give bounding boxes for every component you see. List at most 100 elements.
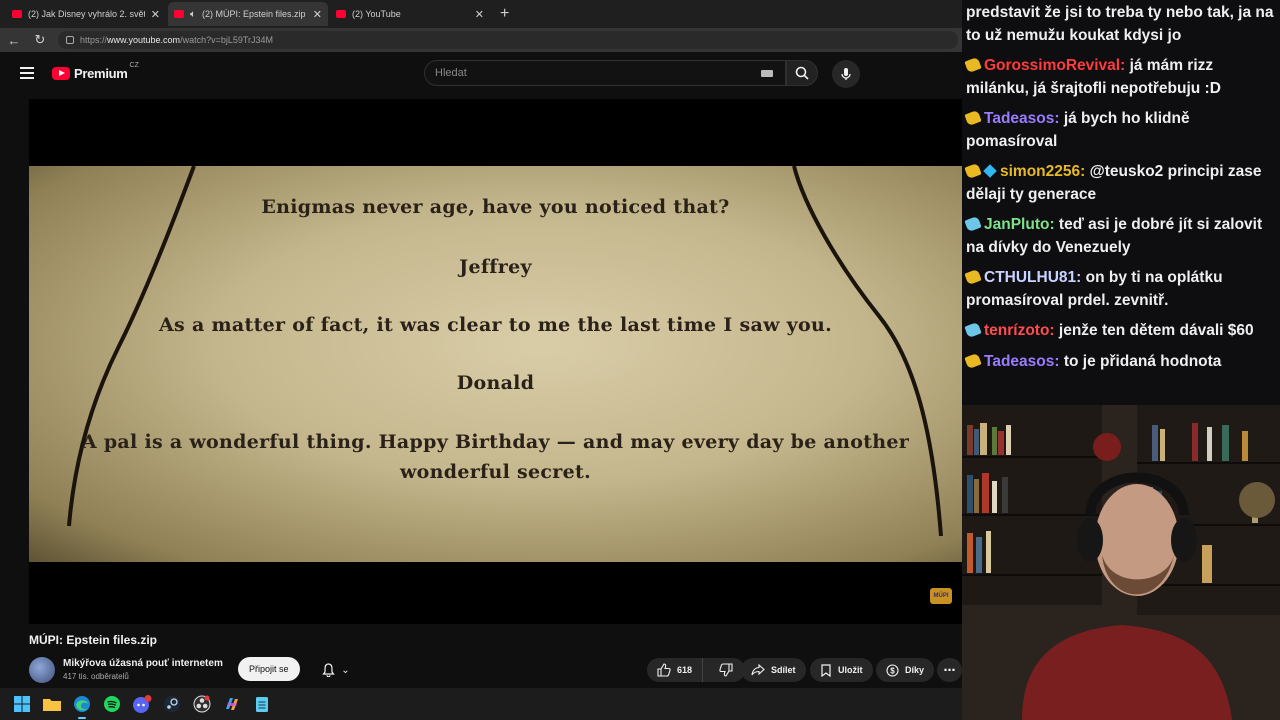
search-button[interactable] [786,60,818,86]
file-explorer-icon[interactable] [40,692,64,716]
share-icon [751,664,765,676]
tab-title: (2) MÚPI: Epstein files.zip - YouTube [202,9,307,19]
notepad-icon[interactable] [250,692,274,716]
sub-badge-icon [964,162,982,180]
tab-title: (2) Jak Disney vyhrálo 2. světovou [28,9,145,19]
address-bar: ← ↻ https://www.youtube.com/watch?v=bjL5… [0,28,962,52]
chat-username[interactable]: Tadeasos: [984,353,1064,370]
thumbs-down-icon [719,663,733,677]
notifications-button[interactable]: ⌄ [312,658,360,682]
youtube-premium-logo[interactable]: Premium CZ [52,62,139,81]
windows-start-icon[interactable] [10,692,34,716]
spotify-icon[interactable] [100,692,124,716]
url-field[interactable]: https://www.youtube.com/watch?v=bjL59TrJ… [58,31,958,49]
tab-title: (2) YouTube [352,9,401,19]
letter-line-6: wonderful secret. [400,461,591,483]
like-dislike-group: 618 [647,658,745,682]
chat-message: GorossimoRevival: já mám rizz milánku, j… [964,55,1274,100]
more-actions-button[interactable]: ⋯ [937,658,962,682]
tab-disney[interactable]: (2) Jak Disney vyhrálo 2. světovou ✕ [6,2,166,26]
steam-icon[interactable] [160,692,184,716]
discord-icon[interactable] [130,692,154,716]
tab-youtube[interactable]: (2) YouTube ✕ [330,2,490,26]
channel-avatar[interactable] [29,657,55,683]
chat-username[interactable]: tenrízoto: [984,322,1059,339]
voice-search-button[interactable] [832,60,860,88]
like-button[interactable]: 618 [647,658,704,682]
chat-message: Tadeasos: to je přidaná hodnota [964,351,1274,374]
keyboard-icon[interactable] [761,70,773,77]
youtube-favicon-icon [12,10,22,18]
thanks-button[interactable]: $ Díky [876,658,935,682]
save-icon [821,663,831,677]
menu-icon[interactable] [20,67,34,79]
chat-message: JanPluto: teď asi je dobré jít si zalovi… [964,214,1274,259]
chat-text: predstavit že jsi to treba ty nebo tak, … [966,4,1274,44]
url-text: https://www.youtube.com/watch?v=bjL59TrJ… [80,35,274,45]
letter-line-1: Enigmas never age, have you noticed that… [261,196,730,218]
chat-message: Tadeasos: já bych ho klidně pomasíroval [964,108,1274,153]
bell-icon [322,663,335,677]
tab-epstein[interactable]: 🔈︎ (2) MÚPI: Epstein files.zip - YouTube… [168,2,328,26]
chat-text: jenže ten dětem dávali $60 [1058,322,1254,339]
sub-badge-icon [964,215,982,233]
chat-message: predstavit že jsi to treba ty nebo tak, … [966,2,1274,47]
dislike-button[interactable] [709,658,743,682]
close-tab-icon[interactable]: ✕ [475,8,484,21]
chat-username[interactable]: JanPluto: [984,216,1059,233]
thumbs-up-icon [657,663,671,677]
search-icon [795,66,809,80]
copilot-icon[interactable] [220,692,244,716]
letter-line-2: Jeffrey [459,256,532,278]
chat-message: simon2256: @teusko2 principi zase dělaji… [964,161,1274,206]
sub-badge-icon [964,109,982,127]
youtube-play-icon [52,66,70,80]
speaker-icon[interactable]: 🔈︎ [190,9,196,20]
chat-username[interactable]: CTHULHU81: [984,269,1086,286]
microphone-icon [841,68,851,80]
save-button[interactable]: Uložit [810,658,873,682]
back-arrow-icon[interactable]: ← [6,33,22,48]
obs-icon[interactable] [190,692,214,716]
chat-message: CTHULHU81: on by ti na oplátku promasíro… [964,267,1274,312]
youtube-header: Premium CZ Hledat [0,52,962,94]
super-thanks-icon: $ [886,663,899,677]
sub-badge-icon [964,352,982,369]
sub-badge-icon [964,321,982,339]
cube-badge-icon [983,164,997,178]
channel-name[interactable]: Mikýřova úžasná pouť internetem [63,658,223,669]
svg-text:$: $ [890,666,895,675]
refresh-icon[interactable]: ↻ [32,32,48,48]
chat-username[interactable]: simon2256: [1000,163,1090,180]
chat-text: to je přidaná hodnota [1063,352,1222,370]
channel-row: Mikýřova úžasná pouť internetem 417 tis.… [29,655,962,685]
letter-line-5: A pal is a wonderful thing. Happy Birthd… [81,431,910,453]
taskbar [0,688,962,720]
chat-message: tenrízoto: jenže ten dětem dávali $60 [964,320,1274,343]
live-chat-overlay: predstavit že jsi to treba ty nebo tak, … [962,0,1280,405]
tab-bar: (2) Jak Disney vyhrálo 2. světovou ✕ 🔈︎ … [0,0,962,28]
site-info-icon[interactable] [66,36,74,44]
edge-browser-icon[interactable] [70,692,94,719]
video-player[interactable]: Enigmas never age, have you noticed that… [29,99,962,624]
subscriber-count: 417 tis. odběratelů [63,672,129,681]
like-count: 618 [677,665,693,675]
youtube-favicon-icon [336,10,346,18]
new-tab-icon[interactable]: + [500,5,509,23]
channel-watermark-icon[interactable]: MÚPI [930,588,952,604]
youtube-favicon-icon [174,10,184,18]
video-title: MÚPI: Epstein files.zip [29,633,158,647]
share-button[interactable]: Sdílet [741,658,806,682]
chevron-down-icon: ⌄ [341,664,350,676]
close-tab-icon[interactable]: ✕ [313,8,322,21]
more-icon: ⋯ [943,663,956,677]
chat-username[interactable]: Tadeasos: [984,110,1064,127]
letter-line-4: Donald [456,372,535,394]
close-tab-icon[interactable]: ✕ [151,8,160,21]
browser-window: (2) Jak Disney vyhrálo 2. světovou ✕ 🔈︎ … [0,0,962,688]
search-input[interactable]: Hledat [424,60,786,86]
join-button[interactable]: Připojit se [238,657,300,681]
chat-username[interactable]: GorossimoRevival: [984,57,1130,74]
sub-badge-icon [964,268,982,286]
webcam-feed [962,405,1280,720]
